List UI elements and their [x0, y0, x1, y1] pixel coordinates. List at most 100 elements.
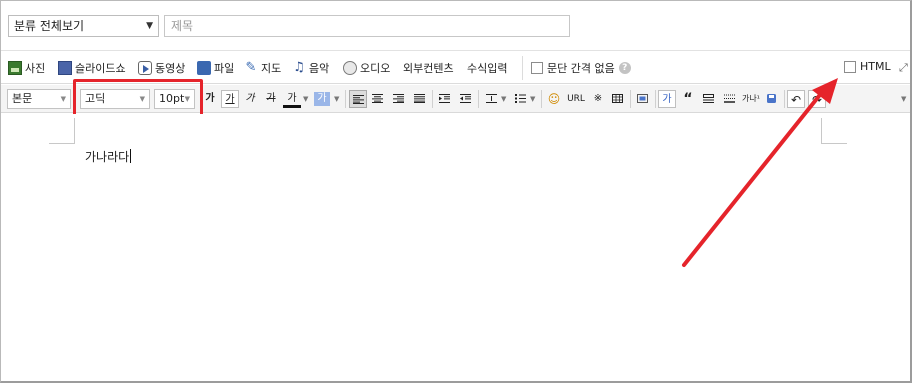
divider: [522, 56, 523, 80]
table-button[interactable]: [609, 90, 627, 108]
divider: [541, 90, 542, 108]
insert-photo-button[interactable]: 사진: [8, 60, 45, 76]
save-button[interactable]: [763, 90, 781, 108]
underline-button[interactable]: 가: [221, 90, 239, 108]
file-icon: [197, 61, 211, 75]
highlight-text-button[interactable]: 가: [658, 90, 676, 108]
insert-video-label: 동영상: [155, 62, 186, 75]
insert-audio-button[interactable]: 오디오: [343, 60, 390, 76]
title-input[interactable]: 제목: [164, 15, 570, 37]
photo-icon: [8, 61, 22, 75]
strikethrough-button[interactable]: 가: [262, 90, 280, 108]
category-select-value: 분류 전체보기: [14, 19, 85, 33]
horizontal-rule-button[interactable]: [700, 90, 718, 108]
align-center-button[interactable]: [369, 90, 387, 108]
special-char-button[interactable]: ※: [589, 90, 607, 108]
title-placeholder: 제목: [171, 19, 194, 33]
insert-external-content-label: 외부컨텐츠: [403, 62, 454, 75]
map-icon: ✎: [245, 60, 257, 75]
align-right-button[interactable]: [390, 90, 408, 108]
divider-line-icon: [724, 94, 735, 103]
text-caret: [130, 149, 132, 163]
background-color-button[interactable]: 가: [314, 92, 330, 106]
audio-icon: [343, 61, 357, 75]
insert-video-button[interactable]: 동영상: [138, 60, 185, 76]
list-button[interactable]: [512, 90, 530, 108]
insert-slideshow-label: 슬라이드쇼: [75, 62, 126, 75]
undo-icon: ↶: [790, 93, 802, 107]
numbered-list-icon: [515, 94, 526, 103]
insert-audio-label: 오디오: [360, 62, 391, 75]
insert-map-button[interactable]: ✎ 지도: [244, 60, 282, 76]
paragraph-style-value: 본문: [12, 92, 33, 105]
indent-button[interactable]: [436, 90, 454, 108]
box-icon: [637, 94, 648, 103]
chevron-down-icon[interactable]: ▼: [501, 91, 506, 107]
divider: [432, 90, 433, 108]
outdent-icon: [460, 94, 471, 103]
insert-file-button[interactable]: 파일: [197, 60, 234, 76]
chevron-down-icon[interactable]: ▼: [334, 91, 339, 107]
divider: [345, 90, 346, 108]
indent-icon: [439, 94, 450, 103]
horizontal-rule-icon: [703, 94, 714, 103]
html-label: HTML: [860, 60, 891, 73]
box-button[interactable]: [634, 90, 652, 108]
line-height-button[interactable]: [483, 90, 501, 108]
font-highlight-box: [73, 79, 203, 119]
bold-button[interactable]: 가: [201, 90, 219, 108]
chevron-down-icon: ▼: [146, 21, 153, 31]
divider-line-button[interactable]: [721, 90, 739, 108]
insert-formula-button[interactable]: 수식입력: [467, 60, 507, 76]
insert-photo-label: 사진: [25, 62, 46, 75]
url-button[interactable]: URL: [565, 90, 587, 108]
slideshow-icon: [58, 61, 72, 75]
italic-button[interactable]: 가: [241, 90, 259, 108]
editor-content[interactable]: 가나라다: [85, 148, 132, 165]
headphones-icon: ♫: [293, 60, 305, 75]
html-checkbox[interactable]: [844, 60, 856, 73]
paragraph-spacing-toggle[interactable]: 문단 간격 없음 ?: [531, 60, 631, 76]
expand-icon[interactable]: ⤢: [899, 61, 908, 75]
chevron-down-icon[interactable]: ▼: [901, 91, 906, 107]
video-icon: [138, 61, 152, 75]
paragraph-spacing-label: 문단 간격 없음: [547, 62, 615, 75]
redo-button[interactable]: ↷: [808, 90, 826, 108]
quote-button[interactable]: “: [679, 90, 697, 108]
smiley-icon: ☺: [547, 92, 561, 106]
insert-map-label: 지도: [261, 62, 282, 75]
align-right-icon: [393, 94, 404, 103]
chevron-down-icon[interactable]: ▼: [530, 91, 535, 107]
table-icon: [612, 94, 623, 103]
save-icon: [767, 94, 776, 103]
html-toggle[interactable]: HTML: [844, 60, 891, 73]
insert-slideshow-button[interactable]: 슬라이드쇼: [58, 60, 126, 76]
undo-button[interactable]: ↶: [787, 90, 805, 108]
category-select[interactable]: 분류 전체보기 ▼: [8, 15, 159, 37]
emoticon-button[interactable]: ☺: [545, 90, 563, 108]
insert-music-button[interactable]: ♫ 음악: [292, 60, 329, 76]
align-justify-icon: [414, 94, 425, 103]
help-icon[interactable]: ?: [618, 62, 631, 74]
insert-external-content-button[interactable]: 외부컨텐츠: [403, 60, 454, 76]
title-row: 분류 전체보기 ▼ 제목: [1, 1, 910, 51]
insert-formula-label: 수식입력: [467, 62, 508, 75]
chevron-down-icon[interactable]: ▼: [303, 91, 308, 107]
outdent-button[interactable]: [457, 90, 475, 108]
more-button[interactable]: 가나¹: [741, 90, 761, 108]
divider: [630, 90, 631, 108]
insert-music-label: 음악: [309, 62, 330, 75]
divider: [655, 90, 656, 108]
insert-file-label: 파일: [214, 62, 235, 75]
editor-area[interactable]: 가나라다: [1, 114, 910, 381]
align-center-icon: [372, 94, 383, 103]
redo-icon: ↷: [811, 93, 823, 107]
align-left-button[interactable]: [349, 90, 367, 108]
divider: [784, 90, 785, 108]
paragraph-spacing-checkbox[interactable]: [531, 62, 543, 74]
paragraph-style-select[interactable]: 본문 ▼: [7, 89, 71, 109]
line-height-icon: [486, 94, 497, 103]
font-color-button[interactable]: 가: [283, 90, 301, 108]
align-justify-button[interactable]: [411, 90, 429, 108]
margin-marker-left: [49, 118, 75, 144]
